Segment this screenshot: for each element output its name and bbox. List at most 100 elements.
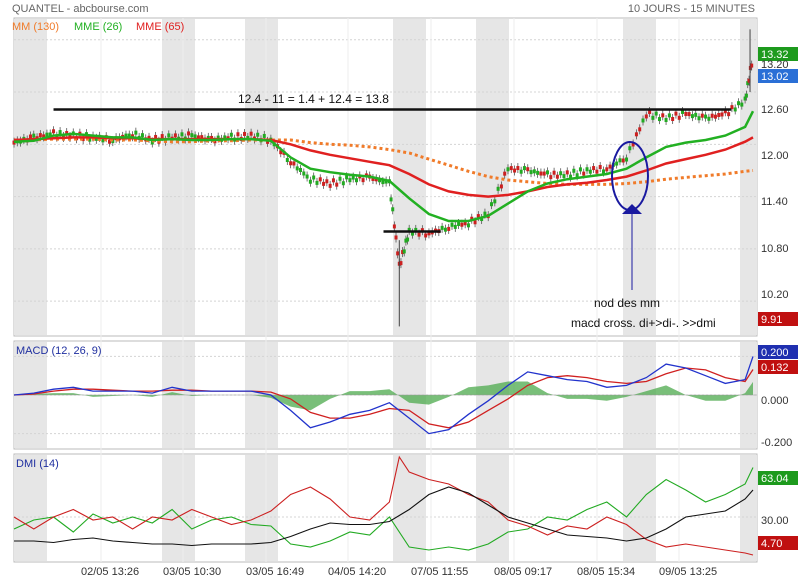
candle-body: [392, 224, 396, 229]
candle-body: [667, 113, 671, 118]
candle-body: [549, 175, 553, 180]
svg-text:13.02: 13.02: [761, 71, 789, 83]
candle-body: [651, 115, 655, 120]
legend-mme26: MME (26): [74, 21, 122, 33]
candle-body: [490, 202, 494, 207]
candle-body: [193, 134, 197, 139]
session-shade: [245, 455, 278, 561]
candle-body: [289, 161, 293, 166]
candle-body: [173, 133, 177, 138]
session-shade: [623, 455, 656, 561]
price-tick-6: 10.20: [761, 289, 789, 301]
candle-body: [539, 171, 543, 176]
candle-body: [331, 178, 335, 183]
candle-body: [618, 158, 622, 163]
candle-body: [536, 170, 540, 175]
candle-body: [308, 179, 312, 184]
stock-chart: QUANTEL - abcbourse.com 10 JOURS - 15 MI…: [12, 3, 798, 578]
candle-body: [285, 158, 289, 163]
candle-body: [447, 226, 451, 231]
legend-mme65: MME (65): [136, 21, 184, 33]
timeframe-label: 10 JOURS - 15 MINUTES: [628, 3, 755, 15]
candle-body: [443, 227, 447, 232]
candle-body: [634, 132, 638, 137]
candle-body: [453, 224, 457, 229]
candle-body: [466, 223, 470, 228]
candle-body: [348, 178, 352, 183]
session-shade: [162, 19, 195, 335]
candle-body: [394, 235, 398, 240]
candle-body: [713, 114, 717, 119]
candle-body: [700, 113, 704, 118]
candle-body: [733, 107, 737, 112]
candle-body: [345, 175, 349, 180]
candle-body: [341, 181, 345, 186]
candle-body: [52, 129, 56, 134]
candle-body: [532, 169, 536, 174]
candle-body: [503, 171, 507, 176]
session-shade: [393, 455, 426, 561]
candle-body: [460, 222, 464, 227]
candle-body: [338, 176, 342, 181]
candle-body: [440, 225, 444, 230]
candle-body: [690, 114, 694, 119]
macd-tick-2: -0.200: [761, 437, 792, 449]
session-shade: [14, 455, 47, 561]
candle-body: [190, 133, 194, 138]
candle-body: [674, 111, 678, 116]
candle-body: [302, 171, 306, 176]
candle-body: [167, 133, 171, 138]
candle-body: [744, 93, 748, 98]
candle-body: [391, 207, 395, 212]
price-tick-4: 11.40: [761, 196, 788, 208]
legend-mm130: MM (130): [12, 21, 59, 33]
candle-body: [684, 111, 688, 116]
candle-body: [402, 249, 406, 254]
candle-body: [315, 180, 319, 185]
di-plus-badge: 63.04: [758, 471, 798, 485]
candle-body: [354, 178, 358, 183]
candle-body: [737, 101, 741, 106]
macd-tick-1: 0.000: [761, 395, 789, 407]
candle-body: [187, 131, 191, 136]
candle-body: [717, 113, 721, 118]
candle-body: [720, 112, 724, 117]
candle-body: [638, 127, 642, 132]
candle-body: [249, 131, 253, 136]
price-tick-1: 13.20: [761, 59, 789, 71]
candle-body: [417, 232, 421, 237]
candle-body: [295, 166, 299, 171]
candle-body: [625, 157, 629, 162]
candle-body: [519, 169, 523, 174]
x-label-6: 08/05 09:17: [494, 566, 552, 578]
candle-body: [704, 114, 708, 119]
session-shade: [14, 19, 47, 335]
candle-body: [694, 112, 698, 117]
note-line-1: nod des mm: [594, 296, 660, 310]
symbol-title: QUANTEL - abcbourse.com: [12, 3, 149, 15]
candle-body: [140, 133, 144, 138]
candle-body: [229, 132, 233, 137]
candle-body: [312, 175, 316, 180]
x-label-2: 03/05 10:30: [163, 566, 221, 578]
candle-body: [601, 169, 605, 174]
candle-body: [361, 178, 365, 183]
candle-body: [473, 220, 477, 225]
candle-body: [32, 133, 36, 138]
candle-body: [406, 237, 410, 242]
session-shade: [245, 19, 278, 335]
price-tick-2: 12.60: [761, 104, 789, 116]
candle-body: [38, 133, 42, 138]
price-badge-last: 13.02: [758, 69, 798, 83]
candle-body: [740, 102, 744, 107]
candle-body: [506, 167, 510, 172]
candle-body: [585, 167, 589, 172]
candle-body: [644, 114, 648, 119]
dmi-title: DMI (14): [16, 458, 59, 470]
candle-body: [608, 164, 612, 169]
session-shade: [740, 455, 757, 561]
candle-body: [750, 63, 754, 68]
candle-body: [529, 170, 533, 175]
candle-body: [592, 166, 596, 171]
candle-body: [562, 174, 566, 179]
